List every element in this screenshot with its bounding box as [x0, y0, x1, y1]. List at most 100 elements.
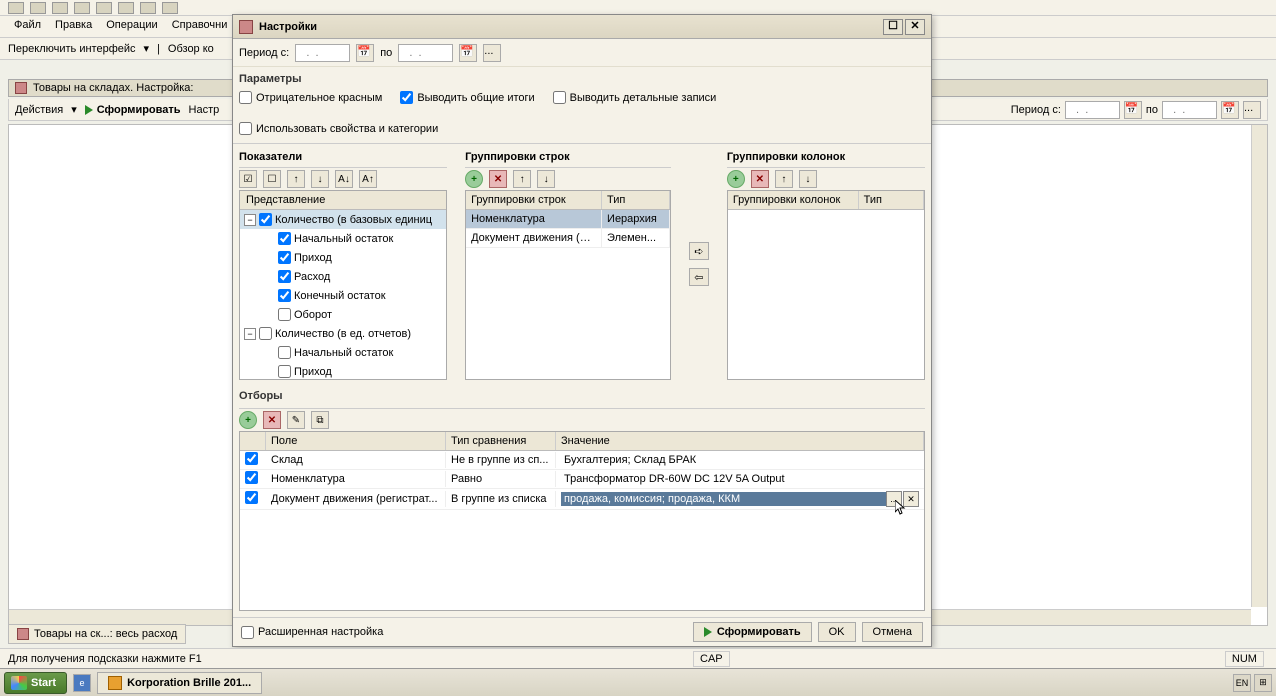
- dlg-period-to-input[interactable]: [398, 44, 453, 62]
- period-from-input[interactable]: [1065, 101, 1120, 119]
- group-row-down-button[interactable]: ↓: [537, 170, 555, 188]
- add-filter-button[interactable]: +: [239, 411, 257, 429]
- overview-button[interactable]: Обзор ко: [168, 43, 214, 55]
- negative-red-checkbox[interactable]: Отрицательное красным: [239, 91, 382, 104]
- tray-icon[interactable]: ⊞: [1254, 674, 1272, 692]
- indicator-checkbox[interactable]: [278, 270, 291, 283]
- add-group-row-button[interactable]: +: [465, 170, 483, 188]
- indicators-tree[interactable]: Представление −Количество (в базовых еди…: [239, 190, 447, 380]
- print-icon[interactable]: [140, 2, 156, 14]
- dialog-titlebar[interactable]: Настройки ☐ ✕: [233, 15, 931, 39]
- move-up-button[interactable]: ↑: [287, 170, 305, 188]
- document-tab[interactable]: Товары на ск...: весь расход: [8, 624, 186, 644]
- dlg-from-calendar-icon[interactable]: 📅: [356, 44, 374, 62]
- indicator-checkbox[interactable]: [278, 232, 291, 245]
- actions-dropdown[interactable]: Действия: [15, 104, 63, 116]
- menu-edit[interactable]: Правка: [55, 19, 92, 34]
- tree-expander-icon[interactable]: −: [244, 328, 256, 340]
- menu-file[interactable]: Файл: [14, 19, 41, 34]
- ok-button[interactable]: OK: [818, 622, 856, 642]
- taskbar-app-button[interactable]: Korporation Brille 201...: [97, 672, 262, 694]
- close-button[interactable]: ✕: [905, 19, 925, 35]
- indicator-checkbox[interactable]: [259, 213, 272, 226]
- indicator-checkbox[interactable]: [259, 327, 272, 340]
- check-all-button[interactable]: ☑: [239, 170, 257, 188]
- dlg-period-from-input[interactable]: [295, 44, 350, 62]
- dlg-to-calendar-icon[interactable]: 📅: [459, 44, 477, 62]
- maximize-button[interactable]: ☐: [883, 19, 903, 35]
- indicator-row[interactable]: Начальный остаток: [240, 343, 446, 362]
- group-row-item[interactable]: Документ движения (рег...Элемен...: [466, 229, 670, 248]
- group-row-item[interactable]: НоменклатураИерархия: [466, 210, 670, 229]
- period-from-calendar-icon[interactable]: 📅: [1124, 101, 1142, 119]
- group-col-up-button[interactable]: ↑: [775, 170, 793, 188]
- filter-checkbox[interactable]: [245, 491, 258, 504]
- period-select-button[interactable]: ...: [1243, 101, 1261, 119]
- indicator-checkbox[interactable]: [278, 346, 291, 359]
- filter-checkbox[interactable]: [245, 471, 258, 484]
- show-totals-checkbox[interactable]: Выводить общие итоги: [400, 91, 534, 104]
- value-select-button[interactable]: ...: [886, 491, 902, 507]
- sort-desc-button[interactable]: A↑: [359, 170, 377, 188]
- start-button[interactable]: Start: [4, 672, 67, 694]
- indicator-row[interactable]: Приход: [240, 362, 446, 380]
- save-icon[interactable]: [52, 2, 68, 14]
- group-cols-grid[interactable]: Группировки колонок Тип: [727, 190, 925, 380]
- setup-button[interactable]: Настр: [189, 104, 220, 116]
- add-group-col-button[interactable]: +: [727, 170, 745, 188]
- show-details-checkbox[interactable]: Выводить детальные записи: [553, 91, 717, 104]
- move-right-button[interactable]: ➪: [689, 242, 709, 260]
- group-row-up-button[interactable]: ↑: [513, 170, 531, 188]
- move-down-button[interactable]: ↓: [311, 170, 329, 188]
- tray-lang[interactable]: EN: [1233, 674, 1251, 692]
- filter-copy-button[interactable]: ⧉: [311, 411, 329, 429]
- ie-icon[interactable]: e: [73, 674, 91, 692]
- generate-button[interactable]: Сформировать: [85, 104, 181, 116]
- filter-row[interactable]: СкладНе в группе из сп...Бухгалтерия; Ск…: [240, 451, 924, 470]
- indicator-row[interactable]: Конечный остаток: [240, 286, 446, 305]
- use-properties-checkbox[interactable]: Использовать свойства и категории: [239, 122, 438, 135]
- period-to-calendar-icon[interactable]: 📅: [1221, 101, 1239, 119]
- dialog-generate-button[interactable]: Сформировать: [693, 622, 812, 642]
- new-icon[interactable]: [8, 2, 24, 14]
- indicator-checkbox[interactable]: [278, 365, 291, 378]
- indicator-row[interactable]: −Количество (в ед. отчетов): [240, 324, 446, 343]
- indicator-checkbox[interactable]: [278, 308, 291, 321]
- delete-group-row-button[interactable]: ✕: [489, 170, 507, 188]
- indicator-checkbox[interactable]: [278, 289, 291, 302]
- indicator-row[interactable]: Начальный остаток: [240, 229, 446, 248]
- cancel-button[interactable]: Отмена: [862, 622, 923, 642]
- indicator-row[interactable]: Оборот: [240, 305, 446, 324]
- filter-col-check: [240, 432, 266, 450]
- copy-icon[interactable]: [96, 2, 112, 14]
- undo-icon[interactable]: [162, 2, 178, 14]
- indicator-row[interactable]: Расход: [240, 267, 446, 286]
- delete-filter-button[interactable]: ✕: [263, 411, 281, 429]
- group-col-down-button[interactable]: ↓: [799, 170, 817, 188]
- switch-interface-button[interactable]: Переключить интерфейс: [8, 43, 136, 55]
- group-rows-grid[interactable]: Группировки строк Тип НоменклатураИерарх…: [465, 190, 671, 380]
- dlg-period-select-button[interactable]: ...: [483, 44, 501, 62]
- sort-asc-button[interactable]: A↓: [335, 170, 353, 188]
- paste-icon[interactable]: [118, 2, 134, 14]
- tree-expander-icon[interactable]: −: [244, 214, 256, 226]
- filter-row[interactable]: Документ движения (регистрат...В группе …: [240, 489, 924, 510]
- filter-edit-button[interactable]: ✎: [287, 411, 305, 429]
- vertical-scrollbar[interactable]: [1251, 125, 1267, 607]
- extended-setup-checkbox[interactable]: Расширенная настройка: [241, 626, 383, 639]
- filters-grid[interactable]: Поле Тип сравнения Значение СкладНе в гр…: [239, 431, 925, 611]
- period-to-input[interactable]: [1162, 101, 1217, 119]
- cut-icon[interactable]: [74, 2, 90, 14]
- indicator-checkbox[interactable]: [278, 251, 291, 264]
- filter-row[interactable]: НоменклатураРавноТрансформатор DR-60W DC…: [240, 470, 924, 489]
- value-clear-button[interactable]: ✕: [903, 491, 919, 507]
- menu-operations[interactable]: Операции: [106, 19, 157, 34]
- move-left-button[interactable]: ⇦: [689, 268, 709, 286]
- open-icon[interactable]: [30, 2, 46, 14]
- delete-group-col-button[interactable]: ✕: [751, 170, 769, 188]
- indicator-row[interactable]: −Количество (в базовых единиц: [240, 210, 446, 229]
- uncheck-all-button[interactable]: ☐: [263, 170, 281, 188]
- filter-checkbox[interactable]: [245, 452, 258, 465]
- indicator-row[interactable]: Приход: [240, 248, 446, 267]
- menu-reference[interactable]: Справочни: [172, 19, 228, 34]
